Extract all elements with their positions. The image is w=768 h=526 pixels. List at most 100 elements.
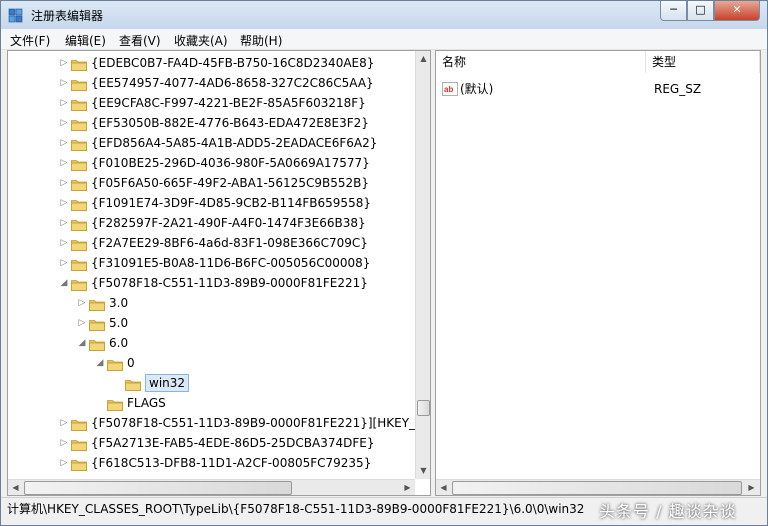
collapse-arrow-icon[interactable]: ◢ bbox=[95, 353, 105, 373]
tree-item[interactable]: ▷ 3.0 bbox=[8, 293, 413, 313]
expand-arrow-icon[interactable]: ▷ bbox=[59, 253, 69, 273]
value-row-default[interactable]: ab (默认) REG_SZ bbox=[440, 79, 758, 99]
tree-item[interactable]: ▷ {EE9CFA8C-F997-4221-BE2F-85A5F603218F} bbox=[8, 93, 413, 113]
scroll-thumb-horizontal[interactable] bbox=[24, 481, 292, 495]
tree-item[interactable]: ▷ {F05F6A50-665F-49F2-ABA1-56125C9B552B} bbox=[8, 173, 413, 193]
expand-arrow-icon[interactable]: ▷ bbox=[59, 53, 69, 73]
expand-arrow-icon[interactable]: ▷ bbox=[59, 213, 69, 233]
tree-vertical-scrollbar[interactable]: ▲ ▼ bbox=[415, 51, 430, 479]
expand-arrow-icon[interactable]: ▷ bbox=[59, 93, 69, 113]
scroll-up-icon[interactable]: ▲ bbox=[416, 51, 430, 67]
tree-item-label: {EDEBC0B7-FA4D-45FB-B750-16C8D2340AE8} bbox=[91, 56, 375, 70]
expand-arrow-icon[interactable]: ▷ bbox=[59, 193, 69, 213]
tree-item[interactable]: ▷ {EE574957-4077-4AD6-8658-327C2C86C5AA} bbox=[8, 73, 413, 93]
tree-horizontal-scrollbar[interactable]: ◀ ▶ bbox=[8, 479, 415, 495]
folder-icon bbox=[89, 317, 105, 331]
expand-arrow-icon[interactable]: ▷ bbox=[59, 113, 69, 133]
values-horizontal-scrollbar[interactable]: ◀ ▶ bbox=[436, 479, 760, 495]
tree-item[interactable]: win32 bbox=[8, 373, 413, 393]
close-button[interactable]: ✕ bbox=[714, 1, 760, 21]
folder-icon bbox=[71, 177, 87, 191]
registry-editor-icon bbox=[8, 8, 23, 23]
column-header-name[interactable]: 名称 bbox=[436, 51, 646, 73]
expand-arrow-icon[interactable]: ▷ bbox=[59, 153, 69, 173]
tree-item[interactable]: ◢ 6.0 bbox=[8, 333, 413, 353]
tree-item[interactable]: ▷ {EFD856A4-5A85-4A1B-ADD5-2EADACE6F6A2} bbox=[8, 133, 413, 153]
tree-item[interactable]: ▷ 5.0 bbox=[8, 313, 413, 333]
tree-item[interactable]: ▷ {F31091E5-B0A8-11D6-B6FC-005056C00008} bbox=[8, 253, 413, 273]
folder-icon bbox=[89, 297, 105, 311]
tree-item-label: 3.0 bbox=[109, 296, 129, 310]
tree-item[interactable]: ◢ 0 bbox=[8, 353, 413, 373]
expand-arrow-icon[interactable]: ▷ bbox=[59, 233, 69, 253]
menu-help[interactable]: 帮助(H) bbox=[240, 32, 282, 49]
folder-icon bbox=[71, 257, 87, 271]
tree-item-label: {F2A7EE29-8BF6-4a6d-83F1-098E366C709C} bbox=[91, 236, 368, 250]
scroll-right-icon[interactable]: ▶ bbox=[744, 480, 759, 495]
tree-item[interactable]: ▷ {EF53050B-882E-4776-B643-EDA472E8E3F2} bbox=[8, 113, 413, 133]
maximize-button[interactable]: □ bbox=[687, 1, 714, 21]
folder-icon bbox=[71, 437, 87, 451]
folder-icon bbox=[107, 397, 123, 411]
tree-item-label: {F618C513-DFB8-11D1-A2CF-00805FC79235} bbox=[91, 456, 372, 470]
tree-item-label: {EE9CFA8C-F997-4221-BE2F-85A5F603218F} bbox=[91, 96, 366, 110]
tree-item-label: {EF53050B-882E-4776-B643-EDA472E8E3F2} bbox=[91, 116, 369, 130]
tree-item[interactable]: ▷ {F010BE25-296D-4036-980F-5A0669A17577} bbox=[8, 153, 413, 173]
menu-view[interactable]: 查看(V) bbox=[119, 32, 161, 49]
tree-item[interactable]: ▷ {F282597F-2A21-490F-A4F0-1474F3E66B38} bbox=[8, 213, 413, 233]
tree-item-label: {F5078F18-C551-11D3-89B9-0000F81FE221}][… bbox=[91, 416, 431, 430]
expand-arrow-icon[interactable]: ▷ bbox=[59, 133, 69, 153]
svg-text:ab: ab bbox=[444, 85, 453, 94]
folder-icon bbox=[71, 217, 87, 231]
folder-icon bbox=[71, 237, 87, 251]
tree-item-label: 0 bbox=[127, 356, 135, 370]
menu-file[interactable]: 文件(F) bbox=[10, 32, 50, 49]
tree-item[interactable]: ◢ {F5078F18-C551-11D3-89B9-0000F81FE221} bbox=[8, 273, 413, 293]
folder-icon bbox=[71, 417, 87, 431]
tree-item-label: FLAGS bbox=[127, 396, 166, 410]
tree-item-label: {F05F6A50-665F-49F2-ABA1-56125C9B552B} bbox=[91, 176, 369, 190]
folder-icon bbox=[107, 357, 123, 371]
minimize-button[interactable]: ─ bbox=[660, 1, 687, 21]
expand-arrow-icon[interactable]: ▷ bbox=[59, 173, 69, 193]
tree-item-label: {F282597F-2A21-490F-A4F0-1474F3E66B38} bbox=[91, 216, 366, 230]
tree-item[interactable]: ▷ {EDEBC0B7-FA4D-45FB-B750-16C8D2340AE8} bbox=[8, 53, 413, 73]
tree-item[interactable]: ▷ {F1091E74-3D9F-4D85-9CB2-B114FB659558} bbox=[8, 193, 413, 213]
menu-edit[interactable]: 编辑(E) bbox=[65, 32, 106, 49]
folder-icon bbox=[71, 197, 87, 211]
tree-item-label: 6.0 bbox=[109, 336, 129, 350]
column-header-type[interactable]: 类型 bbox=[646, 51, 760, 73]
tree-item-label: {EE574957-4077-4AD6-8658-327C2C86C5AA} bbox=[91, 76, 374, 90]
expand-arrow-icon[interactable]: ▷ bbox=[59, 73, 69, 93]
folder-icon bbox=[71, 117, 87, 131]
values-pane[interactable]: 名称 类型 ab (默认) REG_SZ ◀ ▶ bbox=[435, 50, 761, 496]
scroll-thumb-horizontal[interactable] bbox=[452, 481, 742, 495]
tree-item[interactable]: FLAGS bbox=[8, 393, 413, 413]
folder-icon bbox=[125, 377, 141, 391]
menu-favorites[interactable]: 收藏夹(A) bbox=[174, 32, 228, 49]
tree-item[interactable]: ▷ {F5078F18-C551-11D3-89B9-0000F81FE221}]… bbox=[8, 413, 430, 433]
tree-item[interactable]: ▷ {F618C513-DFB8-11D1-A2CF-00805FC79235} bbox=[8, 453, 413, 473]
collapse-arrow-icon[interactable]: ◢ bbox=[77, 333, 87, 353]
scroll-thumb-vertical[interactable] bbox=[417, 400, 430, 416]
folder-icon bbox=[71, 57, 87, 71]
expand-arrow-icon[interactable]: ▷ bbox=[59, 433, 69, 453]
expand-arrow-icon[interactable]: ▷ bbox=[59, 413, 69, 433]
tree-item-label: {F1091E74-3D9F-4D85-9CB2-B114FB659558} bbox=[91, 196, 371, 210]
expand-arrow-icon[interactable]: ▷ bbox=[77, 313, 87, 333]
title-bar[interactable]: 注册表编辑器 ─ □ ✕ bbox=[1, 1, 767, 29]
expand-arrow-icon[interactable]: ▷ bbox=[59, 453, 69, 473]
key-tree-pane[interactable]: ▷ {EDEBC0B7-FA4D-45FB-B750-16C8D2340AE8} ▷… bbox=[7, 50, 431, 496]
scroll-right-icon[interactable]: ▶ bbox=[400, 480, 415, 495]
tree-item[interactable]: ▷ {F2A7EE29-8BF6-4a6d-83F1-098E366C709C} bbox=[8, 233, 413, 253]
scroll-left-icon[interactable]: ◀ bbox=[8, 480, 23, 495]
tree-item-label: 5.0 bbox=[109, 316, 129, 330]
expand-arrow-icon[interactable]: ▷ bbox=[77, 293, 87, 313]
collapse-arrow-icon[interactable]: ◢ bbox=[59, 273, 69, 293]
scroll-down-icon[interactable]: ▼ bbox=[416, 463, 430, 479]
tree-item-label: {F010BE25-296D-4036-980F-5A0669A17577} bbox=[91, 156, 370, 170]
scroll-left-icon[interactable]: ◀ bbox=[436, 480, 451, 495]
watermark-text: 头条号 / 趣谈杂谈 bbox=[599, 502, 737, 521]
folder-icon bbox=[71, 157, 87, 171]
tree-item[interactable]: ▷ {F5A2713E-FAB5-4EDE-86D5-25DCBA374DFE} bbox=[8, 433, 413, 453]
